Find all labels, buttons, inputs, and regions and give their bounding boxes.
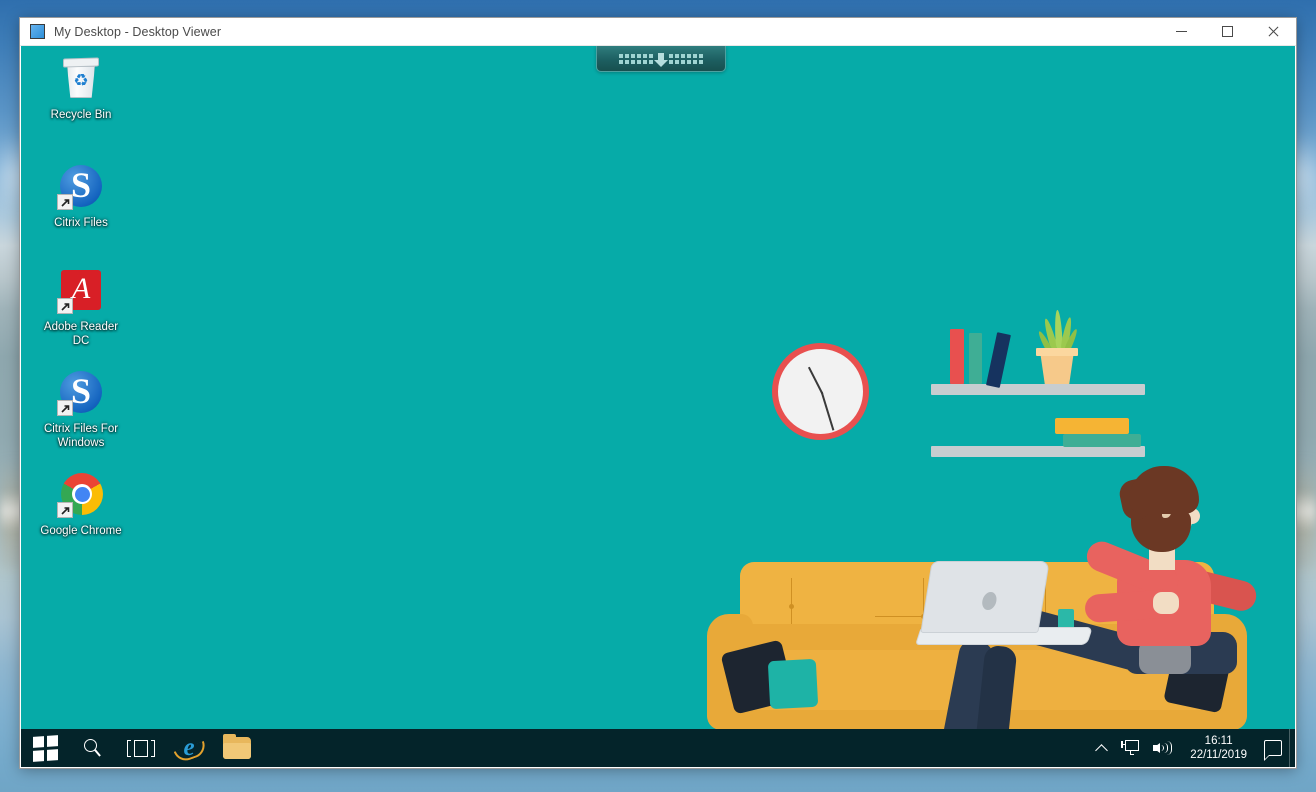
- laptop-screen: [920, 561, 1050, 633]
- sofa-tuft-line-1: [791, 578, 792, 624]
- desktop-icon-label: Citrix Files For Windows: [43, 423, 119, 449]
- volume-icon: [1153, 740, 1173, 756]
- person-hand: [1153, 592, 1179, 614]
- chevron-up-icon: [1097, 743, 1107, 753]
- folder-icon: [223, 734, 251, 759]
- shelf-top: [931, 384, 1145, 395]
- system-tray: 16:11 22/11/2019: [1090, 729, 1295, 767]
- shelf-bottom: [931, 446, 1145, 457]
- taskbar: e 16:11 22/11/2019: [21, 729, 1295, 767]
- maximize-button[interactable]: [1204, 18, 1250, 46]
- search-icon: [84, 739, 102, 757]
- minimize-icon: [1175, 31, 1187, 32]
- desktop-icon-grid: ♻ Recycle Bin S Citrix Files A Adobe Rea…: [21, 46, 141, 548]
- sofa-tuft-dot-1: [789, 604, 794, 609]
- desktop-icon-label: Citrix Files: [54, 217, 108, 229]
- start-button[interactable]: [21, 729, 69, 767]
- desktop-viewer-window: My Desktop - Desktop Viewer ♻ Recycle Bi…: [20, 18, 1296, 768]
- action-center-icon: [1263, 740, 1282, 761]
- search-button[interactable]: [69, 729, 117, 767]
- clock-hour-hand: [807, 366, 823, 394]
- desktop-wallpaper-illustration: [21, 46, 1295, 767]
- taskbar-time: 16:11: [1204, 735, 1233, 747]
- laptop-logo: [980, 592, 998, 610]
- minimize-button[interactable]: [1158, 18, 1204, 46]
- internet-explorer-button[interactable]: e: [165, 729, 213, 767]
- book-green: [969, 333, 982, 384]
- recycle-bin-icon: ♻: [57, 54, 105, 102]
- desktop-icon-label: Recycle Bin: [50, 109, 112, 121]
- window-controls: [1158, 18, 1296, 46]
- book-teal-lower: [1063, 434, 1141, 447]
- chrome-icon: [57, 470, 105, 518]
- desktop-icon-label: Adobe Reader DC: [43, 321, 119, 347]
- desktop-icon-citrix-files-for-windows[interactable]: S Citrix Files For Windows: [33, 360, 129, 450]
- wall-clock: [772, 343, 869, 440]
- desktop-icon-label: Google Chrome: [40, 525, 122, 537]
- person-hair: [1129, 466, 1199, 514]
- close-button[interactable]: [1250, 18, 1296, 46]
- volume-button[interactable]: [1146, 729, 1180, 767]
- citrix-connection-bar[interactable]: [596, 46, 726, 72]
- maximize-icon: [1221, 26, 1233, 37]
- window-titlebar[interactable]: My Desktop - Desktop Viewer: [20, 18, 1296, 46]
- clock-and-date[interactable]: 16:11 22/11/2019: [1180, 729, 1257, 767]
- network-button[interactable]: [1114, 729, 1146, 767]
- laptop-illustration: [915, 561, 1093, 657]
- desktop-icon-google-chrome[interactable]: Google Chrome: [33, 462, 129, 538]
- taskbar-date: 22/11/2019: [1190, 749, 1247, 761]
- desktop-icon-adobe-reader-dc[interactable]: A Adobe Reader DC: [33, 258, 129, 348]
- shortcut-overlay-icon: [57, 502, 73, 518]
- desktop-icon-citrix-files[interactable]: S Citrix Files: [33, 154, 129, 230]
- connection-bar-grip-left: [619, 53, 653, 64]
- windows-logo-icon: [32, 734, 58, 762]
- shortcut-overlay-icon: [57, 194, 73, 210]
- remote-desktop-surface[interactable]: ♻ Recycle Bin S Citrix Files A Adobe Rea…: [21, 46, 1295, 767]
- plant-pot-rim: [1036, 348, 1078, 356]
- window-title: My Desktop - Desktop Viewer: [54, 24, 222, 39]
- book-red: [950, 329, 964, 384]
- connection-bar-grip-right: [669, 53, 703, 64]
- internet-explorer-icon: e: [176, 735, 202, 761]
- clock-minute-hand: [820, 391, 834, 431]
- book-yellow-lower: [1055, 418, 1129, 434]
- book-navy: [986, 332, 1011, 388]
- show-desktop-button[interactable]: [1289, 729, 1295, 767]
- show-hidden-icons-button[interactable]: [1090, 729, 1114, 767]
- task-view-button[interactable]: [117, 729, 165, 767]
- task-view-icon: [127, 739, 155, 757]
- pillow-teal: [767, 658, 819, 710]
- desktop-viewer-icon: [30, 24, 45, 39]
- close-icon: [1268, 26, 1279, 37]
- citrix-files-icon: S: [57, 162, 105, 210]
- shortcut-overlay-icon: [57, 298, 73, 314]
- network-icon: [1121, 740, 1140, 756]
- adobe-reader-icon: A: [57, 266, 105, 314]
- shortcut-overlay-icon: [57, 400, 73, 416]
- citrix-files-icon: S: [57, 368, 105, 416]
- file-explorer-button[interactable]: [213, 729, 261, 767]
- desktop-icon-recycle-bin[interactable]: ♻ Recycle Bin: [33, 46, 129, 122]
- action-center-button[interactable]: [1257, 729, 1289, 767]
